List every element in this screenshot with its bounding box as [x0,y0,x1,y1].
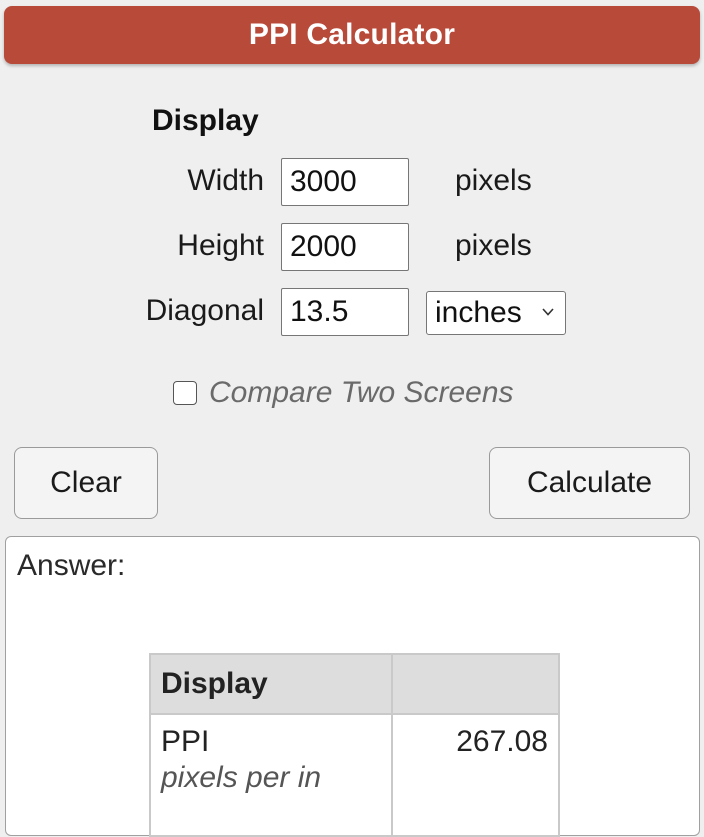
diagonal-label: Diagonal [145,294,264,327]
display-section-title: Display [152,104,259,137]
diagonal-input[interactable] [281,288,409,336]
height-input[interactable] [281,223,409,271]
ppi-value: 267.08 [391,713,560,837]
width-input[interactable] [281,158,409,206]
answer-label: Answer: [17,549,126,582]
width-unit: pixels [455,164,532,197]
diagonal-unit-selected: inches [435,296,522,329]
result-table-header: Display [149,653,393,715]
ppi-sublabel: pixels per in [161,761,322,794]
result-table: Display PPI pixels per in 267.08 [149,653,560,837]
ppi-label: PPI [161,725,210,758]
ppi-label-cell: PPI pixels per in [149,713,393,837]
result-table-header-value [391,653,560,715]
clear-button[interactable]: Clear [14,447,158,519]
width-label: Width [187,164,264,197]
calculate-button[interactable]: Calculate [489,447,690,519]
calculator-title-bar: PPI Calculator [4,6,700,64]
table-row: PPI pixels per in 267.08 [149,713,560,837]
page-title: PPI Calculator [248,18,456,51]
compare-two-screens-label[interactable]: Compare Two Screens [209,376,514,410]
compare-two-screens-checkbox[interactable] [173,381,197,405]
height-unit: pixels [455,229,532,262]
chevron-down-icon [542,308,554,316]
diagonal-unit-select[interactable]: inches [426,291,566,335]
answer-panel: Answer: Display PPI pixels per in 267.08 [5,536,700,837]
height-label: Height [177,229,264,262]
